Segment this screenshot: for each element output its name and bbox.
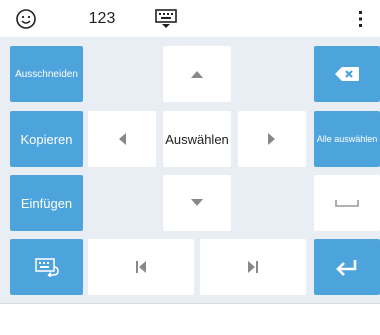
paste-key[interactable]: Einfügen xyxy=(10,175,83,231)
paste-label: Einfügen xyxy=(20,195,73,211)
emoji-button[interactable] xyxy=(6,0,46,37)
edit-keyboard: Ausschneiden Kopieren Auswählen Alle aus… xyxy=(0,37,380,303)
backspace-icon xyxy=(335,67,359,81)
numbers-button[interactable]: 123 xyxy=(80,0,124,37)
numbers-label: 123 xyxy=(88,9,116,27)
select-all-key[interactable]: Alle auswählen xyxy=(314,111,380,167)
keyboard-toolbar: 123 xyxy=(0,0,380,37)
cut-label: Ausschneiden xyxy=(15,68,78,80)
keyboard-down-icon xyxy=(155,8,177,28)
select-label: Auswählen xyxy=(165,131,229,147)
bottom-area xyxy=(0,303,380,335)
enter-icon xyxy=(336,260,357,276)
skip-to-end-icon xyxy=(248,261,258,273)
triangle-left-icon xyxy=(119,133,126,145)
copy-label: Kopieren xyxy=(20,131,73,147)
select-all-label: Alle auswählen xyxy=(316,134,378,144)
menu-button[interactable] xyxy=(346,0,376,37)
cut-key[interactable]: Ausschneiden xyxy=(10,46,83,102)
triangle-up-icon xyxy=(191,71,203,78)
triangle-down-icon xyxy=(191,199,203,206)
keyboard-return-icon xyxy=(34,258,59,277)
smiley-face-icon xyxy=(16,8,36,29)
backspace-key[interactable] xyxy=(314,46,380,102)
select-key[interactable]: Auswählen xyxy=(163,111,231,167)
switch-keyboard-key[interactable] xyxy=(10,239,83,295)
arrow-up-key[interactable] xyxy=(163,46,231,102)
vertical-dots-icon xyxy=(359,10,362,27)
arrow-right-key[interactable] xyxy=(238,111,306,167)
skip-to-start-icon xyxy=(136,261,146,273)
space-icon xyxy=(335,200,359,207)
space-key[interactable] xyxy=(314,175,380,231)
end-key[interactable] xyxy=(200,239,306,295)
home-key[interactable] xyxy=(88,239,194,295)
arrow-left-key[interactable] xyxy=(88,111,156,167)
triangle-right-icon xyxy=(268,133,275,145)
hide-keyboard-button[interactable] xyxy=(146,0,186,37)
copy-key[interactable]: Kopieren xyxy=(10,111,83,167)
enter-key[interactable] xyxy=(314,239,380,295)
arrow-down-key[interactable] xyxy=(163,175,231,231)
